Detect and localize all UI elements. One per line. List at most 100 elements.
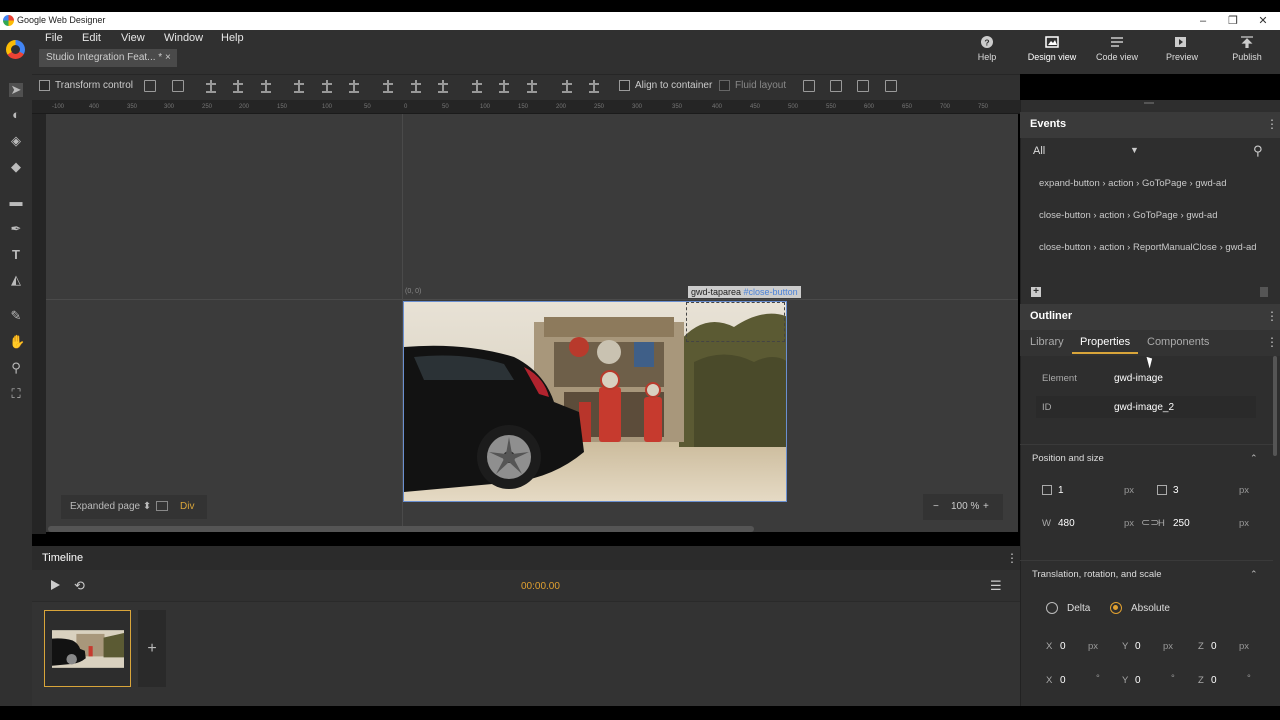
panel-drag-handle-icon[interactable]	[1144, 102, 1154, 104]
align-left-icon[interactable]	[293, 80, 305, 93]
align-bottom-icon[interactable]	[260, 80, 272, 93]
ty-input[interactable]: 0	[1135, 641, 1141, 652]
rz-input[interactable]: 0	[1211, 675, 1217, 686]
match-width-icon[interactable]	[561, 80, 573, 93]
rx-input[interactable]: 0	[1060, 675, 1066, 686]
distribute-bottom-icon[interactable]	[437, 80, 449, 93]
color-tool-icon[interactable]: ✎	[9, 309, 23, 323]
svg-text:?: ?	[984, 37, 989, 47]
code-view-button[interactable]: Code view	[1087, 36, 1147, 62]
events-filter-select[interactable]: All	[1033, 145, 1045, 157]
align-middle-icon[interactable]	[232, 80, 244, 93]
play-icon[interactable]	[51, 580, 60, 590]
align-top-icon[interactable]	[205, 80, 217, 93]
align-to-container-checkbox[interactable]	[619, 80, 630, 91]
add-event-icon[interactable]: +	[1031, 287, 1041, 297]
distribute-left-icon[interactable]	[471, 80, 483, 93]
layout-icon-1[interactable]	[803, 80, 815, 92]
events-menu-icon[interactable]: ⋮	[1266, 117, 1278, 131]
transform-3d-icon[interactable]	[144, 80, 156, 92]
zoom-tool-icon[interactable]: ⚲	[9, 361, 23, 375]
distribute-center-icon[interactable]	[498, 80, 510, 93]
outliner-header[interactable]: Outliner	[1020, 304, 1280, 330]
close-window-button[interactable]: ✕	[1248, 13, 1278, 29]
distribute-middle-icon[interactable]	[410, 80, 422, 93]
3d-translation-tool-icon[interactable]: ◈	[9, 134, 23, 148]
tabs-menu-icon[interactable]: ⋮	[1266, 335, 1278, 349]
menu-window[interactable]: Window	[164, 32, 203, 44]
top-input[interactable]: 3	[1173, 485, 1179, 496]
page-selector-label[interactable]: Expanded page ⬍	[70, 501, 151, 512]
maximize-button[interactable]: ❐	[1218, 13, 1248, 29]
search-icon[interactable]: ⚲	[1253, 143, 1263, 159]
tx-input[interactable]: 0	[1060, 641, 1066, 652]
timeline-settings-icon[interactable]: ☰	[990, 578, 1002, 594]
align-center-icon[interactable]	[321, 80, 333, 93]
position-size-title[interactable]: Position and size	[1032, 453, 1104, 464]
align-right-icon[interactable]	[348, 80, 360, 93]
left-input[interactable]: 1	[1058, 485, 1064, 496]
outliner-menu-icon[interactable]: ⋮	[1266, 309, 1278, 323]
3d-rotation-tool-icon[interactable]: ◐	[9, 108, 23, 122]
help-button[interactable]: ? Help	[957, 36, 1017, 62]
fluid-layout-checkbox[interactable]	[719, 80, 730, 91]
menu-view[interactable]: View	[121, 32, 145, 44]
tag-tool-icon[interactable]: ◆	[9, 160, 23, 174]
vertical-ruler	[32, 114, 46, 534]
text-tool-icon[interactable]: T	[9, 248, 23, 262]
add-page-button[interactable]: +	[138, 610, 166, 687]
menu-file[interactable]: File	[45, 32, 63, 44]
timeline-menu-icon[interactable]: ⋮	[1006, 551, 1018, 565]
match-height-icon[interactable]	[588, 80, 600, 93]
zoom-out-button[interactable]: −	[933, 501, 939, 512]
preview-button[interactable]: Preview	[1152, 36, 1212, 62]
delete-event-icon[interactable]	[1260, 287, 1268, 297]
fill-tool-icon[interactable]: ◭	[9, 273, 23, 287]
close-button-taparea[interactable]	[686, 302, 785, 342]
pen-tool-icon[interactable]: ✒	[9, 222, 23, 236]
id-input[interactable]: gwd-image_2	[1114, 402, 1174, 413]
ry-input[interactable]: 0	[1135, 675, 1141, 686]
menu-edit[interactable]: Edit	[82, 32, 101, 44]
publish-button[interactable]: Publish	[1217, 36, 1277, 62]
hand-tool-icon[interactable]: ✋	[9, 335, 25, 349]
tab-properties[interactable]: Properties	[1080, 336, 1130, 348]
delta-radio[interactable]	[1046, 602, 1058, 614]
loop-icon[interactable]: ⟲	[74, 578, 85, 594]
event-item[interactable]: expand-button › action › GoToPage › gwd-…	[1039, 178, 1226, 189]
tz-input[interactable]: 0	[1211, 641, 1217, 652]
collapse-caret-icon[interactable]: ⌃	[1250, 453, 1258, 464]
shape-tool-icon[interactable]: ▬	[9, 195, 23, 209]
layout-icon-3[interactable]	[857, 80, 869, 92]
design-view-button[interactable]: Design view	[1022, 36, 1082, 62]
selection-tool-icon[interactable]: ➤	[9, 83, 23, 97]
distribute-top-icon[interactable]	[382, 80, 394, 93]
link-icon[interactable]: ⊂⊃	[1141, 516, 1159, 529]
document-tab[interactable]: Studio Integration Feat... * ×	[39, 49, 177, 67]
minimize-button[interactable]: –	[1188, 13, 1218, 29]
ruler-tick: 350	[127, 104, 138, 110]
fit-tool-icon[interactable]: ⛶	[9, 387, 23, 401]
stage-horizontal-scrollbar[interactable]	[48, 526, 754, 532]
menu-help[interactable]: Help	[221, 32, 244, 44]
width-input[interactable]: 480	[1058, 518, 1075, 529]
absolute-radio[interactable]	[1110, 602, 1122, 614]
collapse-caret-icon[interactable]: ⌃	[1250, 569, 1258, 580]
gwd-logo-icon	[6, 40, 25, 59]
zoom-in-button[interactable]: +	[983, 501, 989, 512]
properties-scrollbar[interactable]	[1273, 356, 1277, 456]
distribute-right-icon[interactable]	[526, 80, 538, 93]
transform-control-checkbox[interactable]	[39, 80, 50, 91]
ruler-tick: 450	[750, 104, 761, 110]
event-item[interactable]: close-button › action › GoToPage › gwd-a…	[1039, 210, 1217, 221]
zoom-level[interactable]: 100 %	[951, 501, 979, 512]
tab-components[interactable]: Components	[1147, 336, 1209, 348]
tab-library[interactable]: Library	[1030, 336, 1064, 348]
layout-icon-2[interactable]	[830, 80, 842, 92]
scale-icon[interactable]	[172, 80, 184, 92]
chevron-down-icon[interactable]: ▼	[1130, 145, 1139, 155]
height-input[interactable]: 250	[1173, 518, 1190, 529]
layout-icon-4[interactable]	[885, 80, 897, 92]
trs-title[interactable]: Translation, rotation, and scale	[1032, 569, 1162, 580]
event-item[interactable]: close-button › action › ReportManualClos…	[1039, 242, 1257, 253]
